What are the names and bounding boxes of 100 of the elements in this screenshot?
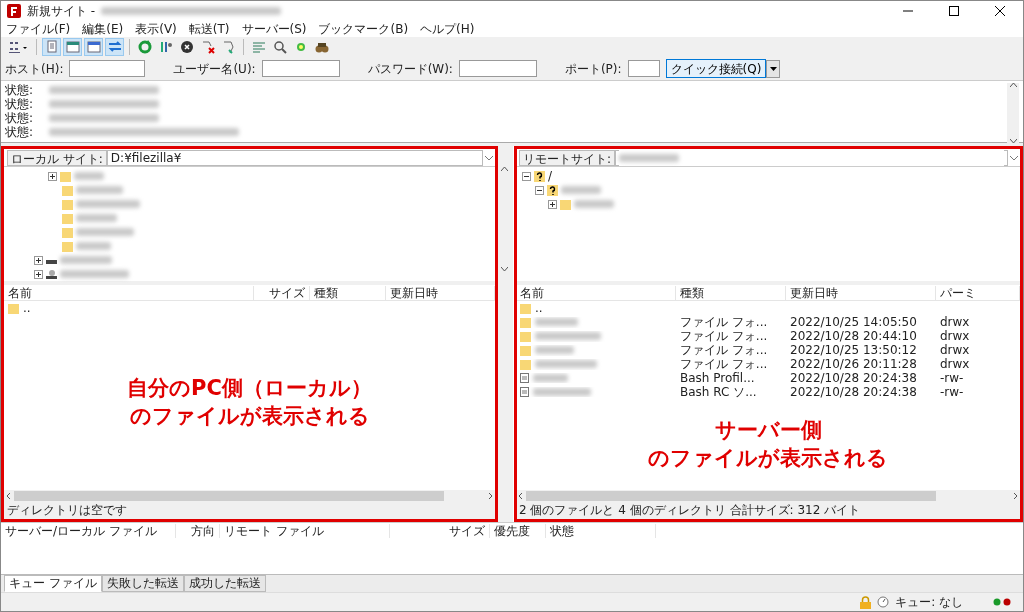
input-field[interactable] (458, 60, 537, 77)
expand-toggle[interactable] (34, 269, 43, 279)
folder-icon (520, 330, 531, 342)
file-icon (520, 387, 529, 397)
field-label: ホスト(H): (5, 61, 64, 76)
modified-time: 2022/10/28 20:24:38 (789, 385, 918, 399)
log-label: 状態: (5, 82, 34, 97)
queue-status: キュー: なし (895, 595, 963, 609)
modified-time: 2022/10/28 20:44:10 (789, 329, 918, 343)
input-field[interactable] (261, 60, 340, 77)
file-icon (520, 373, 529, 383)
file-type: ファイル フォ... (679, 357, 769, 371)
field-label: ポート(P): (564, 61, 622, 76)
scroll-up-icon (500, 167, 508, 171)
dropdown-button[interactable] (766, 59, 781, 78)
file-type: ファイル フォ... (679, 315, 769, 329)
menu-item[interactable]: 編集(E) (82, 22, 124, 36)
file-name[interactable]: .. (23, 301, 31, 315)
menu-item[interactable]: ブックマーク(B) (318, 22, 409, 36)
local-tree-icon (64, 39, 81, 55)
unknown-folder-icon (547, 184, 558, 196)
column-header[interactable]: 方向 (176, 524, 220, 538)
column-header[interactable]: 種類 (310, 285, 386, 300)
column-header[interactable]: 更新日時 (386, 285, 495, 300)
expand-toggle[interactable] (34, 255, 43, 265)
modified-time: 2022/10/28 20:24:38 (789, 371, 918, 385)
annotation-text: 自分のPC側（ローカル） (127, 376, 372, 402)
quick-connect-button[interactable]: クイック接続(Q) (665, 59, 767, 78)
blurred-text (60, 256, 112, 264)
column-header[interactable]: パーミ (936, 285, 1020, 300)
menu-item[interactable]: ファイル(F) (6, 22, 71, 36)
field-label: パスワード(W): (367, 61, 453, 76)
blurred-text (60, 270, 129, 278)
column-header[interactable]: 状態 (546, 524, 656, 538)
expand-toggle[interactable] (535, 185, 544, 195)
dropdown-caret-icon[interactable] (1008, 153, 1020, 162)
horizontal-scrollbar[interactable] (516, 490, 1020, 502)
directory-status: ディレクトリは空です (4, 502, 495, 519)
column-header[interactable]: サーバー/ローカル ファイル (1, 524, 176, 538)
file-type: ファイル フォ... (679, 343, 769, 357)
dropdown-caret-icon[interactable] (483, 153, 495, 162)
column-header[interactable]: 名前 (516, 285, 676, 300)
blurred-text (619, 153, 680, 162)
column-header[interactable]: 名前 (4, 285, 254, 300)
menu-item[interactable]: ヘルプ(H) (420, 22, 475, 36)
input-field[interactable] (69, 60, 146, 77)
folder-icon (520, 316, 531, 328)
activity-lights-icon (993, 598, 1013, 606)
column-header[interactable]: リモート ファイル (220, 524, 390, 538)
menu-item[interactable]: 転送(T) (188, 22, 230, 36)
scroll-up-icon (1009, 83, 1017, 87)
expand-toggle[interactable] (48, 171, 57, 181)
file-name[interactable]: .. (535, 301, 543, 315)
file-type: ファイル フォ... (679, 329, 769, 343)
folder-icon (60, 170, 71, 182)
queue-tab[interactable]: 失敗した転送 (101, 575, 184, 592)
menu-item[interactable]: サーバー(S) (241, 22, 307, 36)
modified-time: 2022/10/25 13:50:12 (789, 343, 918, 357)
search-icon (271, 39, 288, 55)
expand-toggle[interactable] (522, 171, 531, 181)
folder-icon (62, 240, 73, 252)
permissions: -rw- (939, 385, 965, 399)
blurred-text (76, 200, 140, 208)
modified-time: 2022/10/25 14:05:50 (789, 315, 918, 329)
modified-time: 2022/10/26 20:11:28 (789, 357, 918, 371)
file-type: Bash Profil... (679, 371, 756, 385)
menu-item[interactable]: 表示(V) (135, 22, 177, 36)
blurred-text (74, 172, 104, 180)
input-field[interactable] (627, 60, 660, 77)
network-drive-icon (46, 268, 57, 280)
path-field[interactable] (619, 149, 1004, 166)
folder-icon (8, 302, 19, 314)
site-label: ローカル サイト: (7, 149, 107, 166)
blurred-text (76, 186, 123, 194)
cancel-icon (178, 39, 195, 55)
path-field[interactable]: D:¥filezilla¥ (106, 149, 483, 166)
blurred-text (533, 374, 568, 382)
column-header[interactable]: 種類 (676, 285, 786, 300)
blurred-text (76, 242, 111, 250)
vertical-scrollbar[interactable] (1007, 83, 1019, 143)
blurred-text (535, 332, 601, 340)
column-header[interactable]: 更新日時 (786, 285, 936, 300)
plus-icon (549, 200, 556, 208)
tree-item-label[interactable]: / (548, 169, 553, 183)
column-header[interactable]: サイズ (390, 524, 490, 538)
blurred-text (535, 346, 574, 354)
field-label: ユーザー名(U): (173, 61, 256, 76)
speed-limit-icon (877, 596, 890, 608)
site-manager-icon (8, 39, 28, 55)
queue-tab[interactable]: キュー ファイル (4, 575, 102, 592)
blurred-text (574, 200, 614, 208)
vertical-scrollbar[interactable] (498, 167, 510, 271)
queue-tab[interactable]: 成功した転送 (183, 575, 266, 592)
column-header[interactable]: サイズ (254, 285, 310, 300)
scroll-down-icon (500, 267, 508, 271)
horizontal-scrollbar[interactable] (4, 490, 495, 502)
expand-toggle[interactable] (548, 199, 557, 209)
annotation-text: サーバー側 (714, 418, 822, 444)
folder-icon (62, 212, 73, 224)
column-header[interactable]: 優先度 (490, 524, 546, 538)
